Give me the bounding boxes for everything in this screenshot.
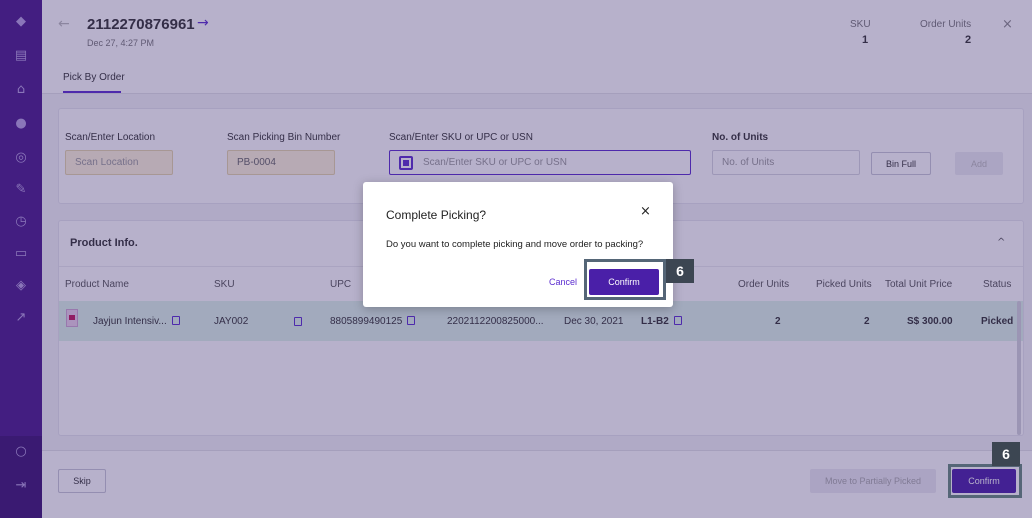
cancel-button[interactable]: Cancel: [549, 277, 577, 287]
dialog-message: Do you want to complete picking and move…: [386, 239, 644, 250]
step-badge: 6: [992, 442, 1020, 466]
close-icon[interactable]: ×: [640, 204, 651, 219]
step-badge: 6: [666, 259, 694, 283]
dialog-title: Complete Picking?: [386, 208, 487, 222]
highlight-box: [948, 464, 1022, 498]
highlight-box: [584, 259, 666, 300]
